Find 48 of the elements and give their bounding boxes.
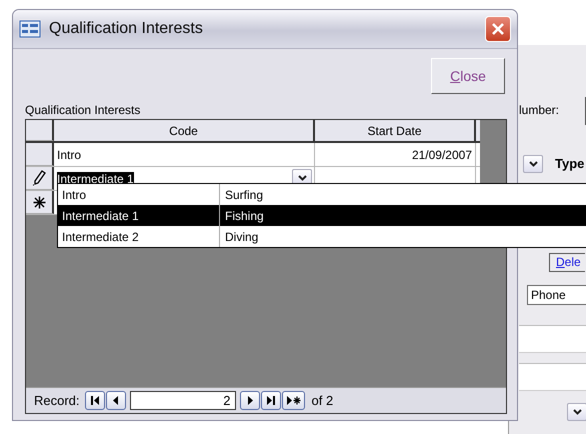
type-label: Type [555, 156, 584, 171]
option-code: Intermediate 1 [58, 205, 220, 226]
asterisk-icon [32, 196, 46, 208]
record-count: of 2 [312, 393, 334, 408]
option-code: Intermediate 2 [58, 226, 220, 247]
table-cell[interactable]: Intro [54, 143, 315, 166]
window-title: Qualification Interests [49, 20, 204, 38]
row-selector[interactable] [26, 167, 54, 190]
pencil-icon [32, 170, 46, 186]
prev-record-button[interactable] [106, 391, 126, 410]
last-record-button[interactable] [260, 391, 281, 410]
chevron-down-icon [572, 409, 582, 415]
record-number-field[interactable]: 2 [130, 391, 236, 410]
text-field[interactable] [519, 363, 586, 391]
next-record-button[interactable] [240, 391, 260, 410]
last-icon [266, 396, 276, 405]
header-corner[interactable] [26, 120, 54, 141]
option-name: Diving [224, 230, 258, 244]
option-name: Surfing [224, 188, 264, 202]
phone-field[interactable]: Phone [527, 285, 586, 305]
text-field[interactable] [519, 325, 586, 353]
right-triangle-icon [246, 396, 253, 405]
option-name: Fishing [224, 208, 264, 222]
subform-label: Qualification Interests [25, 103, 142, 117]
row-selector[interactable] [26, 143, 54, 166]
left-triangle-icon [112, 396, 119, 405]
chevron-down-icon [298, 175, 306, 181]
close-icon[interactable] [485, 16, 511, 42]
table-cell[interactable]: 21/09/2007 [315, 143, 476, 166]
new-record-button[interactable] [282, 391, 305, 410]
number-label: lumber: [519, 103, 560, 117]
form-icon [19, 20, 41, 38]
close-button[interactable]: Close [431, 58, 505, 94]
dropdown-button[interactable] [523, 155, 543, 173]
dropdown-button[interactable] [567, 403, 586, 421]
record-label: Record: [34, 393, 80, 408]
dropdown-option[interactable]: Intermediate 2 Diving [58, 226, 586, 247]
first-icon [90, 396, 100, 405]
cell-text: Intro [57, 148, 82, 162]
new-record-icon [286, 396, 301, 405]
row-selector[interactable] [26, 191, 54, 214]
first-record-button[interactable] [84, 391, 105, 410]
chevron-down-icon [528, 161, 538, 167]
column-header[interactable]: Code [54, 120, 315, 141]
dropdown-option[interactable]: Intermediate 1 Fishing [58, 205, 586, 226]
cell-text: 21/09/2007 [412, 148, 472, 162]
column-header[interactable]: Start Date [315, 120, 476, 141]
delete-link[interactable]: Dele [549, 253, 585, 272]
